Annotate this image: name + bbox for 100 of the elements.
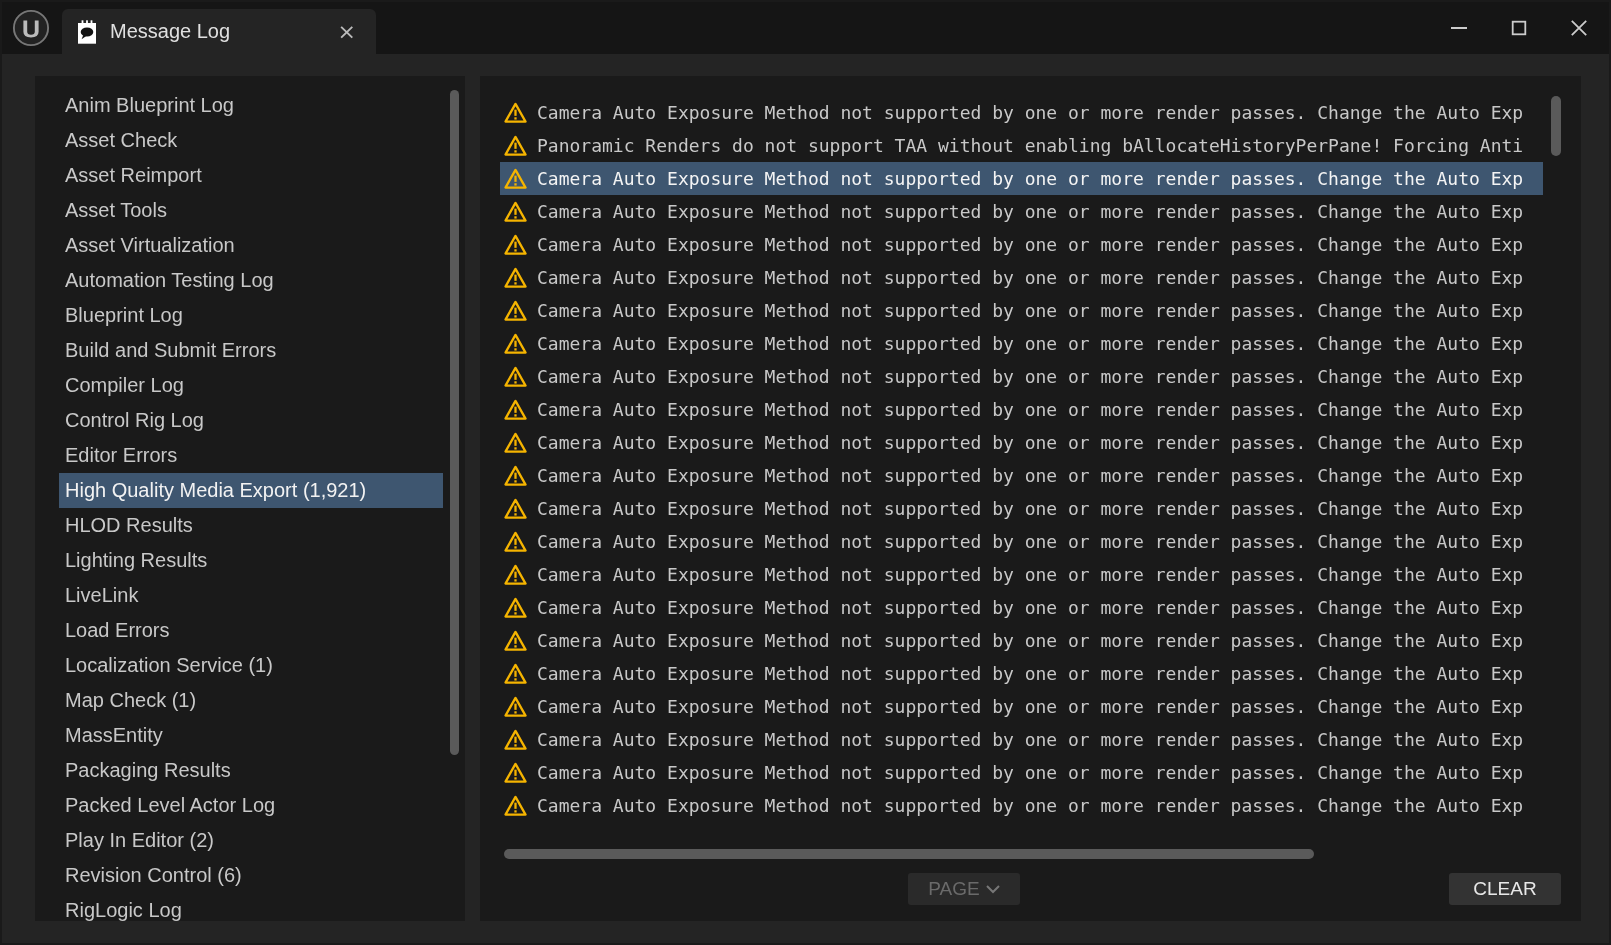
category-item[interactable]: Asset Tools <box>59 193 443 228</box>
category-item[interactable]: Packaging Results <box>59 753 443 788</box>
log-message: Camera Auto Exposure Method not supported by one or more render passes. Change the Auto Exp <box>537 729 1524 750</box>
log-message: Camera Auto Exposure Method not supported by one or more render passes. Change the Auto Exp <box>537 465 1524 486</box>
log-row[interactable]: Camera Auto Exposure Method not supported by one or more render passes. Change the Auto Exp <box>500 162 1543 195</box>
category-item[interactable]: Asset Check <box>59 123 443 158</box>
category-item[interactable]: Packed Level Actor Log <box>59 788 443 823</box>
warning-icon <box>504 333 527 354</box>
log-row[interactable]: Camera Auto Exposure Method not supported by one or more render passes. Change the Auto Exp <box>500 261 1543 294</box>
log-row[interactable]: Camera Auto Exposure Method not supported by one or more render passes. Change the Auto Exp <box>500 492 1543 525</box>
caret-icon <box>985 884 1000 894</box>
log-row[interactable]: Camera Auto Exposure Method not supported by one or more render passes. Change the Auto Exp <box>500 360 1543 393</box>
close-tab-button[interactable]: × <box>333 19 360 44</box>
category-item[interactable]: Automation Testing Log <box>59 263 443 298</box>
log-row[interactable]: Camera Auto Exposure Method not supported by one or more render passes. Change the Auto Exp <box>500 426 1543 459</box>
log-row[interactable]: Camera Auto Exposure Method not supported by one or more render passes. Change the Auto Exp <box>500 789 1543 822</box>
scrollbar[interactable] <box>450 90 459 755</box>
warning-icon <box>504 234 527 255</box>
log-row[interactable]: Camera Auto Exposure Method not supported by one or more render passes. Change the Auto Exp <box>500 756 1543 789</box>
warning-icon <box>504 300 527 321</box>
category-item[interactable]: High Quality Media Export (1,921) <box>59 473 443 508</box>
log-row[interactable]: Camera Auto Exposure Method not supported by one or more render passes. Change the Auto Exp <box>500 459 1543 492</box>
log-message: Camera Auto Exposure Method not supported by one or more render passes. Change the Auto Exp <box>537 564 1524 585</box>
log-row[interactable]: Camera Auto Exposure Method not supported by one or more render passes. Change the Auto Exp <box>500 393 1543 426</box>
tab-title: Message Log <box>110 20 232 43</box>
warning-icon <box>504 663 527 684</box>
log-message: Camera Auto Exposure Method not supported by one or more render passes. Change the Auto Exp <box>537 432 1524 453</box>
warning-icon <box>504 102 527 123</box>
warning-icon <box>504 564 527 585</box>
log-message: Camera Auto Exposure Method not supported by one or more render passes. Change the Auto Exp <box>537 531 1524 552</box>
log-message: Camera Auto Exposure Method not supported by one or more render passes. Change the Auto Exp <box>537 300 1524 321</box>
category-item[interactable]: Lighting Results <box>59 543 443 578</box>
log-message: Camera Auto Exposure Method not supported by one or more render passes. Change the Auto Exp <box>537 333 1524 354</box>
scrollbar[interactable] <box>1551 96 1561 156</box>
category-item[interactable]: Build and Submit Errors <box>59 333 443 368</box>
clear-button[interactable]: CLEAR <box>1449 873 1561 905</box>
log-row[interactable]: Camera Auto Exposure Method not supported by one or more render passes. Change the Auto Exp <box>500 690 1543 723</box>
log-row[interactable]: Camera Auto Exposure Method not supported by one or more render passes. Change the Auto Exp <box>500 657 1543 690</box>
log-message: Camera Auto Exposure Method not supported by one or more render passes. Change the Auto Exp <box>537 168 1524 189</box>
category-item[interactable]: Load Errors <box>59 613 443 648</box>
warning-icon <box>504 465 527 486</box>
log-message: Camera Auto Exposure Method not supported by one or more render passes. Change the Auto Exp <box>537 399 1524 420</box>
category-item[interactable]: Localization Service (1) <box>59 648 443 683</box>
warning-icon <box>504 630 527 651</box>
minimize-icon <box>1451 27 1467 29</box>
log-message: Camera Auto Exposure Method not supported by one or more render passes. Change the Auto Exp <box>537 663 1524 684</box>
category-item[interactable]: Asset Reimport <box>59 158 443 193</box>
warning-icon <box>504 168 527 189</box>
log-message: Camera Auto Exposure Method not supported by one or more render passes. Change the Auto Exp <box>537 201 1524 222</box>
warning-icon <box>504 135 527 156</box>
log-row[interactable]: Camera Auto Exposure Method not supported by one or more render passes. Change the Auto Exp <box>500 591 1543 624</box>
speech-bubble-icon <box>78 19 96 44</box>
warning-icon <box>504 597 527 618</box>
warning-icon <box>504 696 527 717</box>
category-item[interactable]: Revision Control (6) <box>59 858 443 893</box>
category-item[interactable]: Asset Virtualization <box>59 228 443 263</box>
log-row[interactable]: Camera Auto Exposure Method not supported by one or more render passes. Change the Auto Exp <box>500 327 1543 360</box>
category-item[interactable]: Blueprint Log <box>59 298 443 333</box>
log-message: Camera Auto Exposure Method not supported by one or more render passes. Change the Auto Exp <box>537 267 1524 288</box>
log-message: Camera Auto Exposure Method not supported by one or more render passes. Change the Auto Exp <box>537 762 1524 783</box>
log-row[interactable]: Camera Auto Exposure Method not supported by one or more render passes. Change the Auto Exp <box>500 96 1543 129</box>
log-row[interactable]: Camera Auto Exposure Method not supported by one or more render passes. Change the Auto Exp <box>500 195 1543 228</box>
category-item[interactable]: LiveLink <box>59 578 443 613</box>
warning-icon <box>504 498 527 519</box>
warning-icon <box>504 729 527 750</box>
category-item[interactable]: RigLogic Log <box>59 893 443 921</box>
category-item[interactable]: Compiler Log <box>59 368 443 403</box>
close-icon <box>1570 19 1588 37</box>
category-item[interactable]: MassEntity <box>59 718 443 753</box>
log-message: Camera Auto Exposure Method not supported by one or more render passes. Change the Auto Exp <box>537 366 1524 387</box>
log-message: Camera Auto Exposure Method not supported by one or more render passes. Change the Auto Exp <box>537 630 1524 651</box>
log-message: Camera Auto Exposure Method not supported by one or more render passes. Change the Auto Exp <box>537 795 1524 816</box>
category-item[interactable]: Map Check (1) <box>59 683 443 718</box>
log-message: Camera Auto Exposure Method not supported by one or more render passes. Change the Auto Exp <box>537 696 1524 717</box>
warning-icon <box>504 432 527 453</box>
category-item[interactable]: Play In Editor (2) <box>59 823 443 858</box>
log-message: Camera Auto Exposure Method not supported by one or more render passes. Change the Auto Exp <box>537 102 1524 123</box>
category-item[interactable]: HLOD Results <box>59 508 443 543</box>
log-row[interactable]: Camera Auto Exposure Method not supported by one or more render passes. Change the Auto Exp <box>500 558 1543 591</box>
warning-icon <box>504 366 527 387</box>
log-row[interactable]: Camera Auto Exposure Method not supported by one or more render passes. Change the Auto Exp <box>500 723 1543 756</box>
log-row[interactable]: Camera Auto Exposure Method not supported by one or more render passes. Change the Auto Exp <box>500 228 1543 261</box>
log-row[interactable]: Camera Auto Exposure Method not supported by one or more render passes. Change the Auto Exp <box>500 624 1543 657</box>
log-row[interactable]: Panoramic Renders do not support TAA without enabling bAllocateHistoryPerPane! Forcing Anti <box>500 129 1543 162</box>
warning-icon <box>504 267 527 288</box>
category-item[interactable]: Editor Errors <box>59 438 443 473</box>
scrollbar[interactable] <box>504 849 1314 859</box>
log-message: Camera Auto Exposure Method not supported by one or more render passes. Change the Auto Exp <box>537 498 1524 519</box>
message-log-tab[interactable]: Message Log × <box>62 9 376 54</box>
log-message: Camera Auto Exposure Method not supported by one or more render passes. Change the Auto Exp <box>537 234 1524 255</box>
category-item[interactable]: Control Rig Log <box>59 403 443 438</box>
warning-icon <box>504 762 527 783</box>
warning-icon <box>504 795 527 816</box>
warning-icon <box>504 531 527 552</box>
log-row[interactable]: Camera Auto Exposure Method not supported by one or more render passes. Change the Auto Exp <box>500 294 1543 327</box>
log-row[interactable]: Camera Auto Exposure Method not supported by one or more render passes. Change the Auto Exp <box>500 525 1543 558</box>
logo-icon <box>12 9 50 47</box>
maximize-icon <box>1510 19 1528 37</box>
category-item[interactable]: Anim Blueprint Log <box>59 88 443 123</box>
warning-icon <box>504 201 527 222</box>
